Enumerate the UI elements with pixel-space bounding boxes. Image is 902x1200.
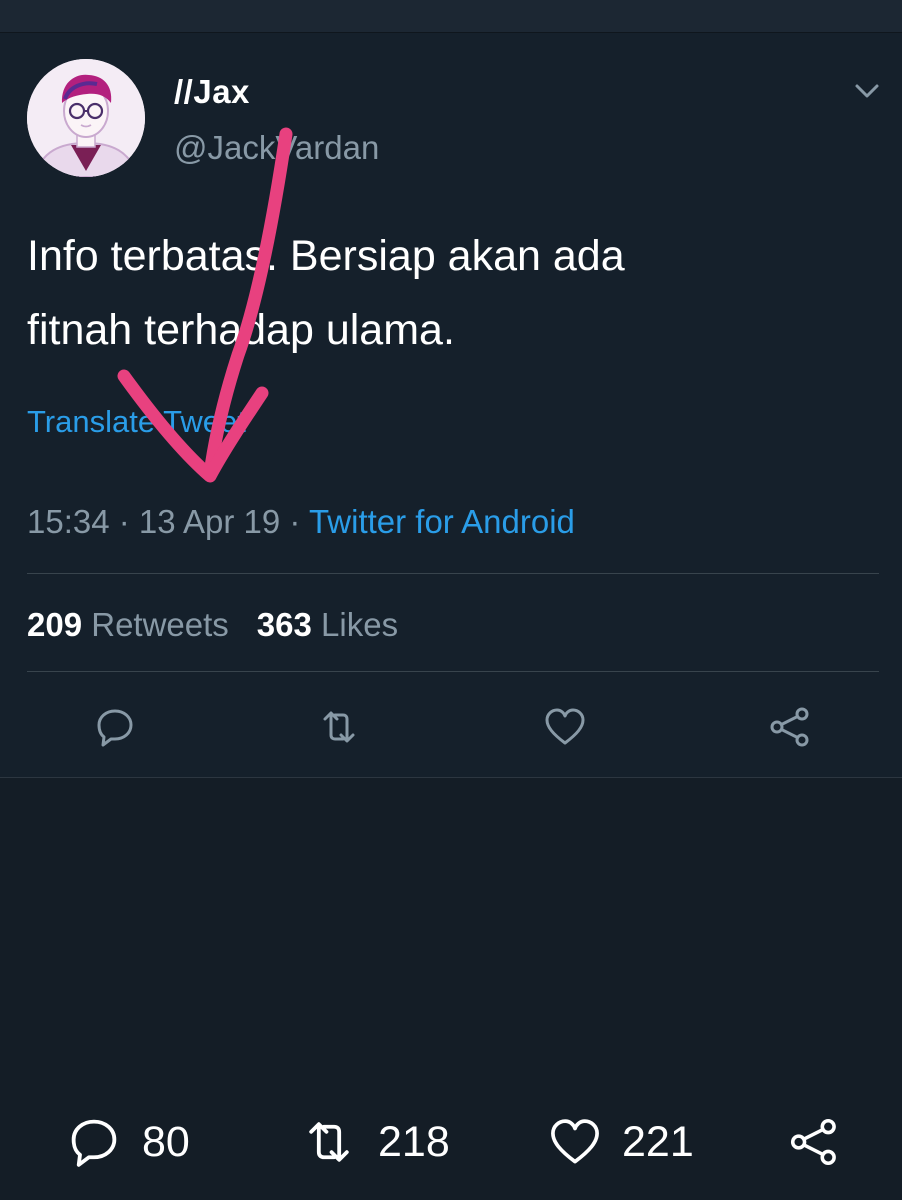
meta-separator: · bbox=[280, 503, 309, 540]
bottom-retweet[interactable]: 218 bbox=[300, 1110, 450, 1174]
bottom-like[interactable]: 221 bbox=[548, 1110, 694, 1174]
tweet-date: 13 Apr 19 bbox=[138, 503, 281, 540]
avatar[interactable] bbox=[27, 59, 145, 177]
like-label: Likes bbox=[321, 606, 399, 643]
display-name[interactable]: //Jax bbox=[174, 73, 250, 111]
retweet-icon bbox=[309, 1122, 349, 1162]
retweet-icon[interactable] bbox=[317, 705, 361, 749]
meta-separator: · bbox=[109, 503, 139, 540]
tweet-card: //Jax @JackVardan Info terbatas. Bersiap… bbox=[0, 33, 902, 778]
user-handle[interactable]: @JackVardan bbox=[174, 129, 379, 167]
bottom-reply[interactable]: 80 bbox=[66, 1110, 190, 1174]
share-icon[interactable] bbox=[768, 705, 812, 749]
like-count-bottom: 221 bbox=[622, 1117, 694, 1166]
share-icon bbox=[790, 1118, 836, 1166]
divider bbox=[27, 573, 879, 574]
retweet-label: Retweets bbox=[91, 606, 229, 643]
screenshot-page: //Jax @JackVardan Info terbatas. Bersiap… bbox=[0, 0, 902, 1200]
reply-count: 80 bbox=[142, 1117, 190, 1166]
likes-stat[interactable]: 363 Likes bbox=[257, 606, 398, 643]
tweet-meta: 15:34 · 13 Apr 19 · Twitter for Android bbox=[27, 503, 575, 541]
chevron-down-icon[interactable] bbox=[852, 79, 882, 103]
card-bottom-border bbox=[0, 777, 902, 778]
tweet-text: Info terbatas. Bersiap akan ada fitnah t… bbox=[27, 232, 625, 354]
heart-icon[interactable] bbox=[543, 705, 587, 749]
divider bbox=[27, 671, 879, 672]
heart-icon bbox=[551, 1119, 599, 1164]
tweet-time: 15:34 bbox=[27, 503, 110, 540]
bottom-action-bar: 80 218 221 bbox=[0, 1110, 902, 1174]
reply-icon bbox=[71, 1119, 117, 1167]
engagement-stats: 209 Retweets 363 Likes bbox=[27, 606, 398, 644]
avatar-illustration-icon bbox=[27, 59, 145, 177]
retweet-count: 209 bbox=[27, 606, 83, 643]
retweet-count-bottom: 218 bbox=[378, 1117, 450, 1166]
like-count: 363 bbox=[256, 606, 312, 643]
retweets-stat[interactable]: 209 Retweets bbox=[27, 606, 229, 643]
bottom-share[interactable] bbox=[788, 1110, 840, 1174]
top-strip bbox=[0, 0, 902, 33]
reply-icon[interactable] bbox=[93, 705, 137, 749]
tweet-source-link[interactable]: Twitter for Android bbox=[309, 503, 575, 540]
translate-tweet-link[interactable]: Translate Tweet bbox=[27, 404, 246, 440]
